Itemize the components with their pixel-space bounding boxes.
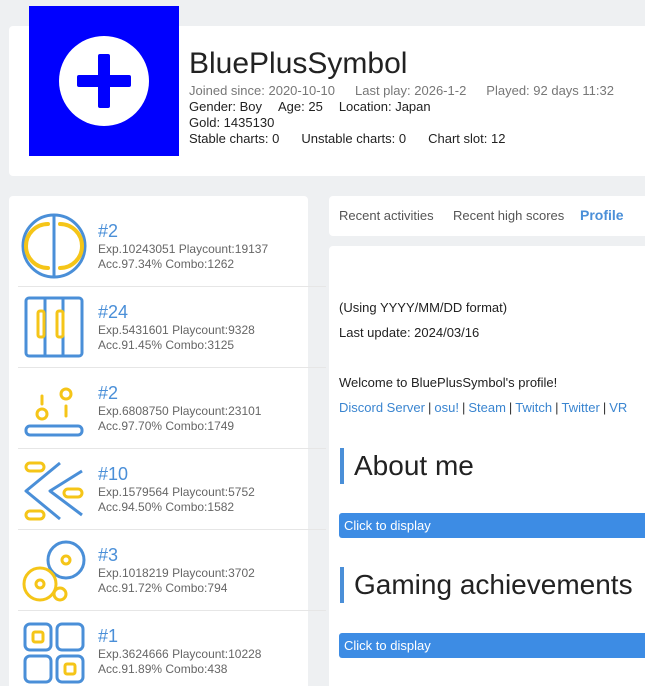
game-accuracy: Acc.97.70% Combo:1749 <box>98 419 235 433</box>
game-rank: #24 <box>98 302 129 322</box>
grid-tiles-icon <box>23 622 85 684</box>
activity-line: Joined since: 2020-10-10 Last play: 2026-… <box>189 83 614 98</box>
about-me-display-button[interactable]: Click to display <box>339 513 645 538</box>
age: Age: 25 <box>278 99 323 114</box>
game-accuracy: Acc.97.34% Combo:1262 <box>98 257 235 271</box>
profile-page: BluePlusSymbol Joined since: 2020-10-10 L… <box>0 0 645 686</box>
link-osu[interactable]: osu! <box>434 400 459 415</box>
gaming-achievements-heading: Gaming achievements <box>340 567 633 603</box>
game-rank: #2 <box>98 221 119 241</box>
game-row[interactable]: #1 Exp.3624666 Playcount:10228 Acc.91.89… <box>18 611 326 686</box>
game-accuracy: Acc.94.50% Combo:1582 <box>98 500 235 514</box>
date-format-note: (Using YYYY/MM/DD format) <box>339 300 508 315</box>
gold: Gold: 1435130 <box>189 115 275 130</box>
joined-date: Joined since: 2020-10-10 <box>189 83 335 98</box>
game-exp: Exp.1018219 Playcount:3702 <box>98 566 255 580</box>
game-row[interactable]: #24 Exp.5431601 Playcount:9328 Acc.91.45… <box>18 287 326 368</box>
played-time: Played: 92 days 11:32 <box>486 83 614 98</box>
gender: Gender: Boy <box>189 99 262 114</box>
game-rank: #2 <box>98 383 119 403</box>
game-rank: #1 <box>98 626 119 646</box>
last-play: Last play: 2026-1-2 <box>355 83 467 98</box>
game-exp: Exp.3624666 Playcount:10228 <box>98 647 262 661</box>
game-row[interactable]: #3 Exp.1018219 Playcount:3702 Acc.91.72%… <box>18 530 326 611</box>
social-links: Discord Server | osu! | Steam | Twitch | Twitter… <box>339 400 628 415</box>
link-steam[interactable]: Steam <box>468 400 506 415</box>
charts-line: Stable charts: 0 Unstable charts: 0 Chart … <box>189 131 505 146</box>
stable-charts: Stable charts: 0 <box>189 131 280 146</box>
last-update: Last update: 2024/03/16 <box>339 325 480 340</box>
game-accuracy: Acc.91.72% Combo:794 <box>98 581 228 595</box>
game-exp: Exp.10243051 Playcount:19137 <box>98 242 269 256</box>
discs-icon <box>22 540 86 602</box>
tab-recent-high-scores[interactable]: Recent high scores <box>453 208 564 223</box>
chart-slot: Chart slot: 12 <box>428 131 506 146</box>
username: BluePlusSymbol <box>189 47 408 80</box>
game-rank: #10 <box>98 464 129 484</box>
game-accuracy: Acc.91.45% Combo:3125 <box>98 338 235 352</box>
link-vr[interactable]: VR <box>609 400 627 415</box>
game-exp: Exp.1579564 Playcount:5752 <box>98 485 255 499</box>
plus-symbol-icon <box>59 36 149 126</box>
game-accuracy: Acc.91.89% Combo:438 <box>98 662 228 676</box>
unstable-charts: Unstable charts: 0 <box>301 131 407 146</box>
circle-split-icon <box>21 213 87 279</box>
game-exp: Exp.6808750 Playcount:23101 <box>98 404 262 418</box>
chevron-notes-icon <box>24 461 84 521</box>
link-twitch[interactable]: Twitch <box>515 400 552 415</box>
game-row[interactable]: #2 Exp.10243051 Playcount:19137 Acc.97.3… <box>18 206 326 287</box>
personal-info-line: Gender: Boy Age: 25 Location: Japan <box>189 99 431 114</box>
tab-recent-activities[interactable]: Recent activities <box>339 208 434 223</box>
tab-profile[interactable]: Profile <box>580 207 624 223</box>
catch-plate-icon <box>24 387 84 437</box>
game-row[interactable]: #2 Exp.6808750 Playcount:23101 Acc.97.70… <box>18 368 326 449</box>
achievements-display-button[interactable]: Click to display <box>339 633 645 658</box>
avatar <box>29 6 179 156</box>
link-twitter[interactable]: Twitter <box>562 400 600 415</box>
game-row[interactable]: #10 Exp.1579564 Playcount:5752 Acc.94.50… <box>18 449 326 530</box>
piano-keys-icon <box>24 296 84 358</box>
link-discord[interactable]: Discord Server <box>339 400 425 415</box>
game-exp: Exp.5431601 Playcount:9328 <box>98 323 255 337</box>
welcome-message: Welcome to BluePlusSymbol's profile! <box>339 375 558 390</box>
location: Location: Japan <box>338 99 431 114</box>
game-rank: #3 <box>98 545 119 565</box>
about-me-heading: About me <box>340 448 474 484</box>
